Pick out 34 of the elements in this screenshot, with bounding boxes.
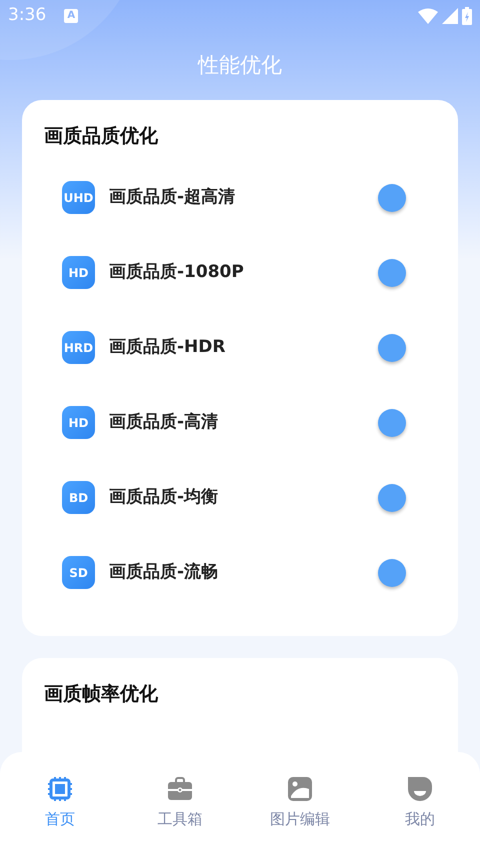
quality-badge-icon: SD <box>62 556 95 589</box>
toggle-switch[interactable] <box>378 484 406 512</box>
option-label: 画质品质-超高清 <box>109 186 236 209</box>
option-label: 画质品质-均衡 <box>109 486 220 509</box>
quality-badge-icon: HRD <box>62 331 95 364</box>
quality-badge-icon: HD <box>62 256 95 289</box>
toolbox-icon <box>167 776 193 802</box>
option-label: 画质品质-HDR <box>109 336 226 359</box>
chip-icon <box>47 776 73 802</box>
toggle-switch[interactable] <box>378 408 406 436</box>
toggle-switch[interactable] <box>378 334 406 362</box>
smiley-icon <box>407 776 433 802</box>
nav-tab[interactable]: 图片编辑 <box>240 776 360 830</box>
toggle-switch[interactable] <box>378 184 406 212</box>
signal-icon <box>442 8 458 24</box>
nav-tab[interactable]: 我的 <box>360 776 480 830</box>
quality-badge-icon: BD <box>62 481 95 514</box>
section-title: 画质品质优化 <box>44 124 159 149</box>
status-time: 3:36 <box>8 4 46 28</box>
toggle-switch[interactable] <box>378 558 406 586</box>
nav-tab[interactable]: 首页 <box>0 776 120 830</box>
option-label: 画质品质-流畅 <box>109 560 220 584</box>
option-label: 画质品质-高清 <box>109 410 220 434</box>
battery-icon <box>462 7 472 25</box>
nav-tab[interactable]: 工具箱 <box>120 776 240 830</box>
section-title: 画质帧率优化 <box>44 682 159 707</box>
page-title: 性能优化 <box>198 52 282 80</box>
notification-icon: A <box>64 9 78 23</box>
quality-badge-icon: HD <box>62 406 95 439</box>
wifi-icon <box>418 8 438 24</box>
image-icon <box>287 776 313 802</box>
quality-badge-icon: UHD <box>62 181 95 214</box>
toggle-switch[interactable] <box>378 258 406 286</box>
option-label: 画质品质-1080P <box>109 260 245 284</box>
